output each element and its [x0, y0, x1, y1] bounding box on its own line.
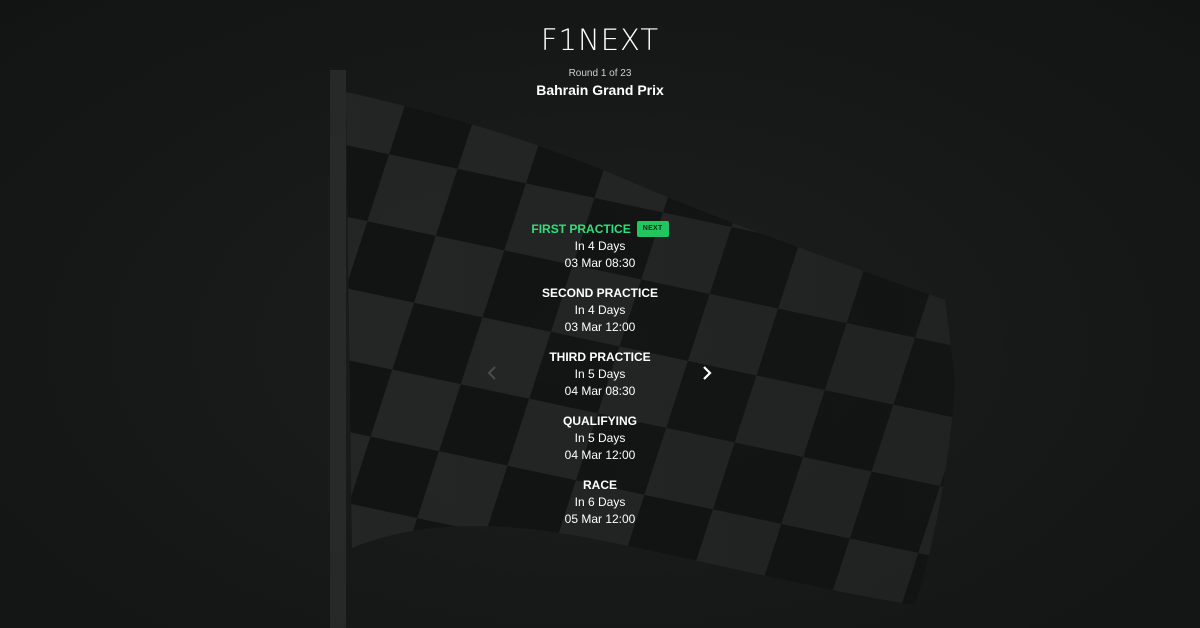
session-title: FIRST PRACTICE NEXT: [531, 221, 669, 237]
session-name: THIRD PRACTICE: [549, 350, 651, 364]
next-badge: NEXT: [636, 221, 669, 237]
session-name: FIRST PRACTICE: [531, 222, 631, 236]
session-datetime: 04 Mar 12:00: [564, 448, 636, 462]
session-datetime: 03 Mar 12:00: [564, 320, 636, 334]
session-name: SECOND PRACTICE: [541, 286, 658, 300]
grand-prix-name: Bahrain Grand Prix: [536, 82, 664, 98]
session-third-practice: THIRD PRACTICE In 5 Days 04 Mar 08:30: [450, 348, 750, 412]
session-second-practice: SECOND PRACTICE In 4 Days 03 Mar 12:00: [450, 284, 750, 348]
session-title: RACE: [583, 477, 617, 493]
session-countdown: In 4 Days: [574, 303, 626, 317]
header: F1NEXT Round 1 of 23 Bahrain Grand Prix: [0, 22, 1200, 99]
session-countdown: In 4 Days: [574, 239, 626, 253]
session-countdown: In 5 Days: [574, 367, 626, 381]
session-datetime: 03 Mar 08:30: [564, 256, 636, 270]
session-title: QUALIFYING: [563, 413, 637, 429]
session-name: QUALIFYING: [563, 414, 637, 428]
session-countdown: In 6 Days: [574, 495, 626, 509]
session-datetime: 05 Mar 12:00: [564, 512, 636, 526]
session-title: SECOND PRACTICE: [542, 285, 658, 301]
session-race: RACE In 6 Days 05 Mar 12:00: [450, 476, 750, 540]
session-datetime: 04 Mar 08:30: [564, 384, 636, 398]
session-name: RACE: [582, 478, 617, 492]
session-title: THIRD PRACTICE: [549, 349, 650, 365]
app-logo: F1NEXT: [540, 23, 660, 57]
session-countdown: In 5 Days: [574, 431, 626, 445]
round-label: Round 1 of 23: [568, 68, 632, 79]
session-first-practice: FIRST PRACTICE NEXT In 4 Days 03 Mar 08:…: [450, 220, 750, 284]
session-qualifying: QUALIFYING In 5 Days 04 Mar 12:00: [450, 412, 750, 476]
session-list: FIRST PRACTICE NEXT In 4 Days 03 Mar 08:…: [450, 220, 750, 540]
page-stage: F1NEXT Round 1 of 23 Bahrain Grand Prix …: [0, 0, 1200, 628]
